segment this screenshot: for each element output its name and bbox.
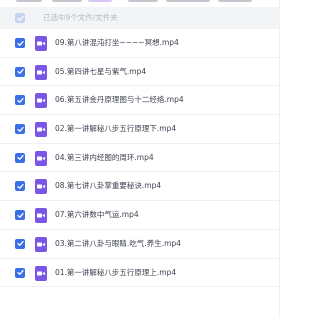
file-name[interactable]: 04.第三讲内经图的周环.mp4 (55, 152, 154, 164)
file-name[interactable]: 06.第五讲金丹原理图与十二经络.mp4 (55, 94, 184, 106)
video-file-icon (35, 150, 47, 166)
selection-count-label: 已选中9个文件/文件夹 (43, 13, 118, 22)
row-checkbox[interactable] (15, 181, 25, 192)
file-row[interactable]: 05.第四讲七星与紫气.mp4 (0, 58, 280, 87)
row-checkbox[interactable] (15, 66, 25, 77)
video-file-icon (35, 64, 47, 80)
row-checkbox[interactable] (15, 124, 25, 135)
checkmark-icon (16, 126, 24, 132)
file-row[interactable]: 07.第六讲数中气运.mp4 (0, 201, 280, 230)
file-row[interactable]: 02.第一讲解秘八步五行原理下.mp4 (0, 115, 280, 144)
checkmark-icon (16, 40, 24, 46)
file-row[interactable]: 01.第一讲解秘八步五行原理上.mp4 (0, 259, 280, 288)
video-file-icon (35, 236, 47, 252)
select-all-checkbox[interactable] (15, 13, 25, 23)
selection-header: 已选中9个文件/文件夹 (0, 7, 280, 29)
video-file-icon (35, 265, 47, 281)
checkmark-icon (16, 69, 24, 75)
file-name[interactable]: 08.第七讲八卦掌重要秘诀.mp4 (55, 180, 161, 192)
file-row[interactable]: 03.第二讲八卦与眼睛.吃气.养生.mp4 (0, 230, 280, 259)
cropped-toolbar-strip (0, 0, 280, 4)
file-name[interactable]: 09.第八讲混沌打坐~~~~冥想.mp4 (55, 37, 179, 49)
file-name[interactable]: 02.第一讲解秘八步五行原理下.mp4 (55, 123, 176, 135)
row-checkbox[interactable] (15, 267, 25, 278)
file-list: 09.第八讲混沌打坐~~~~冥想.mp4 05.第四讲七星与紫气.mp4 06.… (0, 29, 280, 288)
checkmark-icon (16, 97, 24, 103)
video-file-icon (35, 208, 47, 224)
checkmark-icon (16, 241, 24, 247)
file-name[interactable]: 07.第六讲数中气运.mp4 (55, 209, 139, 221)
row-checkbox[interactable] (15, 152, 25, 163)
checkmark-icon (16, 212, 24, 218)
row-checkbox[interactable] (15, 238, 25, 249)
video-file-icon (35, 179, 47, 195)
file-name[interactable]: 01.第一讲解秘八步五行原理上.mp4 (55, 267, 176, 279)
video-file-icon (35, 93, 47, 109)
video-file-icon (35, 36, 47, 51)
file-row[interactable]: 04.第三讲内经图的周环.mp4 (0, 144, 280, 173)
checkmark-icon (16, 183, 24, 189)
checkmark-icon (16, 15, 24, 21)
row-checkbox[interactable] (15, 38, 25, 48)
file-row[interactable]: 08.第七讲八卦掌重要秘诀.mp4 (0, 172, 280, 202)
checkmark-icon (16, 269, 24, 275)
video-file-icon (35, 122, 47, 138)
panel-edge (279, 0, 280, 318)
file-name[interactable]: 03.第二讲八卦与眼睛.吃气.养生.mp4 (55, 238, 181, 250)
file-row[interactable]: 06.第五讲金丹原理图与十二经络.mp4 (0, 86, 280, 116)
row-checkbox[interactable] (15, 210, 25, 221)
checkmark-icon (16, 155, 24, 161)
file-row[interactable]: 09.第八讲混沌打坐~~~~冥想.mp4 (0, 29, 280, 58)
file-name[interactable]: 05.第四讲七星与紫气.mp4 (55, 66, 146, 78)
row-checkbox[interactable] (15, 95, 25, 106)
